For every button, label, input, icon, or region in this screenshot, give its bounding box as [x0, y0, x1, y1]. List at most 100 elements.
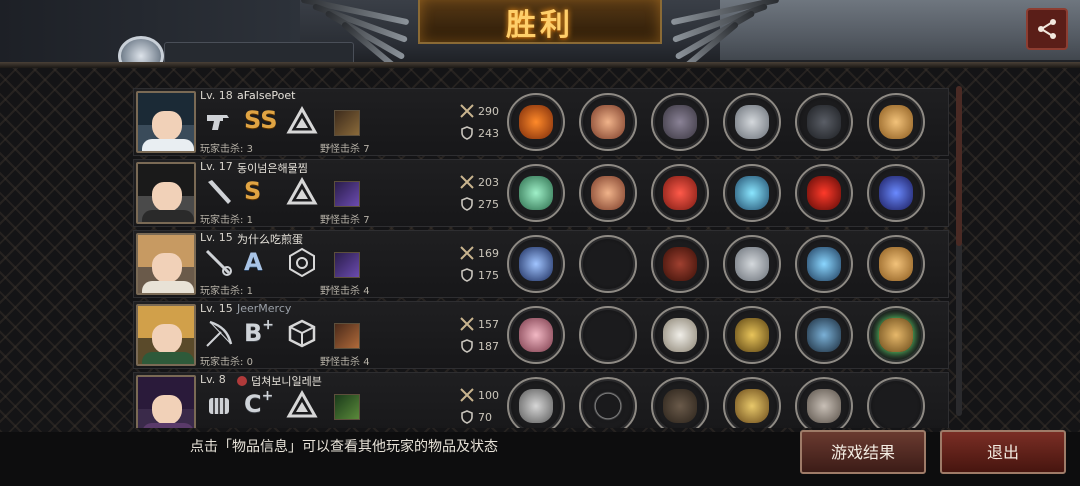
- triangle-icon: [286, 105, 318, 134]
- item-slot[interactable]: [579, 164, 637, 222]
- triangle-icon: [286, 176, 318, 205]
- banner-wing-right: [660, 0, 780, 74]
- exit-button[interactable]: 退出: [940, 430, 1066, 474]
- player-kills-label: 玩家击杀: [200, 357, 240, 368]
- cross-blade-icon: [334, 323, 360, 349]
- item-slot[interactable]: [795, 306, 853, 364]
- shield-icon: [461, 410, 473, 424]
- purple-beast-icon: [334, 181, 360, 207]
- player-avatar: [136, 375, 196, 428]
- item-slot[interactable]: [723, 164, 781, 222]
- swords-icon: [460, 388, 474, 402]
- monster-kills-label: 野怪击杀: [320, 144, 360, 155]
- swords-icon: [460, 104, 474, 118]
- player-level: Lv. 8: [200, 373, 226, 386]
- defense-value: 70: [478, 411, 492, 424]
- shield-icon: [461, 339, 473, 353]
- item-slot[interactable]: [651, 377, 709, 428]
- defense-value: 243: [478, 127, 499, 140]
- item-slot[interactable]: [579, 93, 637, 151]
- item-slot[interactable]: [507, 377, 565, 428]
- player-kills-value: 3: [246, 144, 253, 155]
- player-name: 为什么吃煎蛋: [237, 233, 303, 246]
- swords-icon: [460, 317, 474, 331]
- player-avatar: [136, 233, 196, 295]
- victory-banner: 胜利: [418, 0, 662, 44]
- player-name: JeerMercy: [237, 302, 292, 315]
- guild-badge-icon: [237, 376, 247, 386]
- item-slot[interactable]: [795, 164, 853, 222]
- item-slot[interactable]: [579, 235, 637, 293]
- monster-kills: 野怪击杀 7: [320, 140, 370, 155]
- defense-value: 275: [478, 198, 499, 211]
- game-result-button[interactable]: 游戏结果: [800, 430, 926, 474]
- item-slot[interactable]: [867, 164, 925, 222]
- item-slot[interactable]: [867, 235, 925, 293]
- player-avatar: [136, 304, 196, 366]
- attack-value: 169: [478, 247, 499, 260]
- item-slot[interactable]: [507, 235, 565, 293]
- player-avatar: [136, 91, 196, 153]
- player-kills-value: 1: [246, 286, 253, 297]
- item-slot[interactable]: [723, 235, 781, 293]
- player-kills: 玩家击杀: 3: [200, 144, 253, 155]
- share-icon: [1038, 19, 1056, 39]
- monster-kills-value: 7: [363, 144, 370, 155]
- victory-title: 胜利: [506, 8, 574, 43]
- player-avatar: [136, 162, 196, 224]
- green-icon: [334, 394, 360, 420]
- player-kills-label: 玩家击杀: [200, 144, 240, 155]
- monster-kills-label: 野怪击杀: [320, 215, 360, 226]
- item-slot[interactable]: [867, 306, 925, 364]
- pistol-icon: [207, 115, 229, 130]
- item-slot[interactable]: [795, 377, 853, 428]
- item-slot[interactable]: [723, 377, 781, 428]
- item-slot[interactable]: [651, 164, 709, 222]
- item-slot[interactable]: [579, 377, 637, 428]
- player-results-list[interactable]: Lv. 18 aFalsePoet SS 玩家击杀: 3 野怪击杀 7 290 …: [133, 88, 949, 428]
- item-slot[interactable]: [507, 164, 565, 222]
- item-slot[interactable]: [651, 93, 709, 151]
- item-slot[interactable]: [867, 93, 925, 151]
- player-kills-label: 玩家击杀: [200, 286, 240, 297]
- player-kills-value: 1: [246, 215, 253, 226]
- item-slot[interactable]: [795, 235, 853, 293]
- panel-top-frame: [0, 62, 1080, 68]
- item-slot[interactable]: [507, 306, 565, 364]
- player-row[interactable]: Lv. 15 为什么吃煎蛋 A 玩家击杀: 1 野怪击杀 4 169 175: [133, 230, 949, 298]
- grade-label: SS: [244, 106, 278, 134]
- grade-label: A: [244, 248, 263, 276]
- player-row[interactable]: Lv. 8 덥쳐보니일레븐 C+ 100 70: [133, 372, 949, 428]
- swords-icon: [460, 246, 474, 260]
- item-slot[interactable]: [723, 93, 781, 151]
- item-slot[interactable]: [651, 235, 709, 293]
- triangle-icon: [286, 389, 318, 418]
- item-slot[interactable]: [795, 93, 853, 151]
- player-row[interactable]: Lv. 15 JeerMercy B+ 玩家击杀: 0 野怪击杀 4 157 1…: [133, 301, 949, 369]
- attack-value: 203: [478, 176, 499, 189]
- item-slot[interactable]: [867, 377, 925, 428]
- rapier-icon: [205, 249, 232, 276]
- grade-plus: +: [261, 388, 274, 404]
- grade-letter: B: [244, 319, 263, 347]
- swords-icon: [460, 175, 474, 189]
- grade-plus: +: [262, 317, 275, 333]
- player-name: 동이넘은해물찜: [237, 162, 308, 175]
- attack-value: 157: [478, 318, 499, 331]
- item-slot[interactable]: [723, 306, 781, 364]
- player-row[interactable]: Lv. 18 aFalsePoet SS 玩家击杀: 3 野怪击杀 7 290 …: [133, 88, 949, 156]
- player-level: Lv. 15: [200, 231, 233, 244]
- grade-letter: C: [244, 390, 262, 418]
- share-button[interactable]: [1026, 8, 1068, 50]
- list-scroll-thumb[interactable]: [956, 86, 962, 246]
- player-kills-label: 玩家击杀: [200, 215, 240, 226]
- player-row[interactable]: Lv. 17 동이넘은해물찜 S 玩家击杀: 1 野怪击杀 7 203 275: [133, 159, 949, 227]
- player-level: Lv. 17: [200, 160, 233, 173]
- item-slot[interactable]: [507, 93, 565, 151]
- item-slot[interactable]: [651, 306, 709, 364]
- player-kills-value: 0: [246, 357, 253, 368]
- defense-value: 175: [478, 269, 499, 282]
- shield-icon: [461, 126, 473, 140]
- item-slot[interactable]: [579, 306, 637, 364]
- bat-icon: [208, 180, 231, 204]
